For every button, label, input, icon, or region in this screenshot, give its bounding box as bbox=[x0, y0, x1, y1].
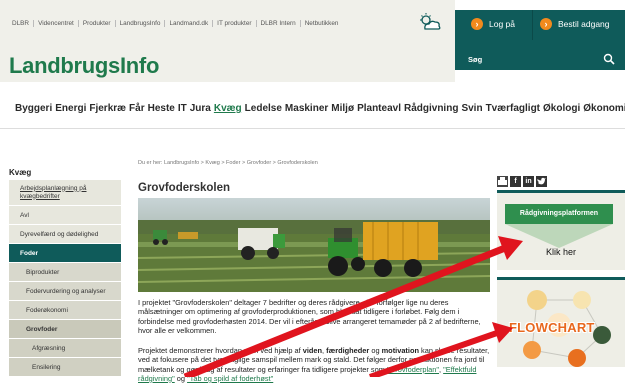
search-input[interactable]: Søg bbox=[468, 55, 482, 64]
toplink-landmand[interactable]: Landmand.dk bbox=[165, 20, 214, 27]
nav-item[interactable]: Tværfagligt bbox=[486, 103, 540, 114]
nav-item[interactable]: Fjerkræ bbox=[89, 103, 126, 114]
sidebar-subitem[interactable]: Foderøkonomi bbox=[9, 301, 121, 320]
toplink-videncentret[interactable]: Videncentret bbox=[34, 20, 79, 27]
search-icon[interactable] bbox=[603, 53, 615, 65]
nav-item[interactable]: Planteavl bbox=[357, 103, 401, 114]
nav-item[interactable]: Maskiner bbox=[285, 103, 328, 114]
weather-icon[interactable] bbox=[417, 12, 443, 32]
page-title: Grovfoderskolen bbox=[138, 182, 231, 194]
login-label: Log på bbox=[489, 19, 515, 29]
link-tab-og-spild[interactable]: "Tab og spild af foderhøst" bbox=[187, 374, 273, 383]
sidebar-subitem[interactable]: Biprodukter bbox=[9, 263, 121, 282]
order-access-label: Bestil adgang bbox=[558, 19, 610, 29]
sidebar-item[interactable]: Arbejdsplanlægning på kvægbedrifter bbox=[9, 180, 121, 206]
sidebar-subitem[interactable]: Fodervurdering og analyser bbox=[9, 282, 121, 301]
chevron-right-icon: › bbox=[471, 18, 483, 30]
nav-item-active[interactable]: Kvæg bbox=[214, 103, 242, 114]
print-icon[interactable] bbox=[497, 176, 508, 187]
nav-item[interactable]: Heste bbox=[148, 103, 175, 114]
twitter-icon[interactable] bbox=[536, 176, 547, 187]
nav-divider bbox=[0, 128, 625, 129]
toplink-dlbr-intern[interactable]: DLBR Intern bbox=[257, 20, 301, 27]
nav-item[interactable]: Miljø bbox=[331, 103, 354, 114]
top-utility-bar: DLBR Videncentret Produkter LandbrugsInf… bbox=[0, 0, 455, 42]
nav-item[interactable]: Ledelse bbox=[245, 103, 282, 114]
toplink-dlbr[interactable]: DLBR bbox=[8, 20, 35, 27]
toplink-produkter[interactable]: Produkter bbox=[79, 20, 116, 27]
nav-item[interactable]: Jura bbox=[190, 103, 211, 114]
nav-item[interactable]: Svin bbox=[461, 103, 482, 114]
sidebar: Arbejdsplanlægning på kvægbedrifter Avl … bbox=[9, 180, 121, 377]
sidebar-subsubitem[interactable]: Ensilering bbox=[9, 358, 121, 377]
flowchart-card[interactable]: FLOWCHART bbox=[497, 277, 625, 367]
sidebar-item[interactable]: Dyrevelfærd og dødelighed bbox=[9, 225, 121, 244]
nav-item[interactable]: Energi bbox=[55, 103, 86, 114]
top-links: DLBR Videncentret Produkter LandbrugsInf… bbox=[8, 20, 342, 27]
linkedin-icon[interactable]: in bbox=[523, 176, 534, 187]
nav-item[interactable]: Økonomi bbox=[583, 103, 625, 114]
toplink-landbrugsinfo[interactable]: LandbrugsInfo bbox=[116, 20, 166, 27]
divider bbox=[532, 10, 533, 40]
advisory-platform-card[interactable]: Rådgivningsplatformen Klik her bbox=[497, 190, 625, 270]
account-panel: › Log på › Bestil adgang Søg bbox=[455, 10, 625, 70]
main-nav: Byggeri Energi Fjerkræ Får Heste IT Jura… bbox=[15, 103, 625, 114]
hero-image bbox=[138, 198, 490, 292]
sidebar-subsubitem[interactable]: Afgræsning bbox=[9, 339, 121, 358]
nav-item[interactable]: Økologi bbox=[543, 103, 580, 114]
nav-item[interactable]: Rådgivning bbox=[404, 103, 458, 114]
click-here-link[interactable]: Klik her bbox=[497, 247, 625, 257]
chevron-right-icon: › bbox=[540, 18, 552, 30]
login-button[interactable]: › Log på bbox=[471, 18, 515, 30]
nav-item[interactable]: Får bbox=[129, 103, 145, 114]
flowchart-label: FLOWCHART bbox=[509, 320, 595, 335]
sidebar-subitem-current[interactable]: Grovfoder bbox=[9, 320, 121, 339]
breadcrumb[interactable]: Du er her: LandbrugsInfo > Kvæg > Foder … bbox=[138, 160, 318, 166]
toplink-netbutikken[interactable]: Netbutikken bbox=[301, 20, 343, 27]
sidebar-item[interactable]: Avl bbox=[9, 206, 121, 225]
sidebar-title: Kvæg bbox=[9, 168, 32, 177]
facebook-icon[interactable]: f bbox=[510, 176, 521, 187]
sidebar-item-current[interactable]: Foder bbox=[9, 244, 121, 263]
nav-item[interactable]: Byggeri bbox=[15, 103, 52, 114]
nav-item[interactable]: IT bbox=[178, 103, 187, 114]
share-icons: f in bbox=[497, 176, 547, 187]
site-logo[interactable]: LandbrugsInfo bbox=[9, 53, 159, 79]
intro-paragraph: I projektet "Grovfoderskolen" deltager 7… bbox=[138, 298, 481, 335]
order-access-button[interactable]: › Bestil adgang bbox=[540, 18, 610, 30]
toplink-it-produkter[interactable]: IT produkter bbox=[213, 20, 257, 27]
advisory-platform-banner[interactable]: Rådgivningsplatformen bbox=[505, 204, 613, 224]
project-paragraph: Projektet demonstrerer hvordan man ved h… bbox=[138, 346, 490, 383]
link-grovfoderplan[interactable]: "Grovfoderplan" bbox=[387, 365, 439, 374]
